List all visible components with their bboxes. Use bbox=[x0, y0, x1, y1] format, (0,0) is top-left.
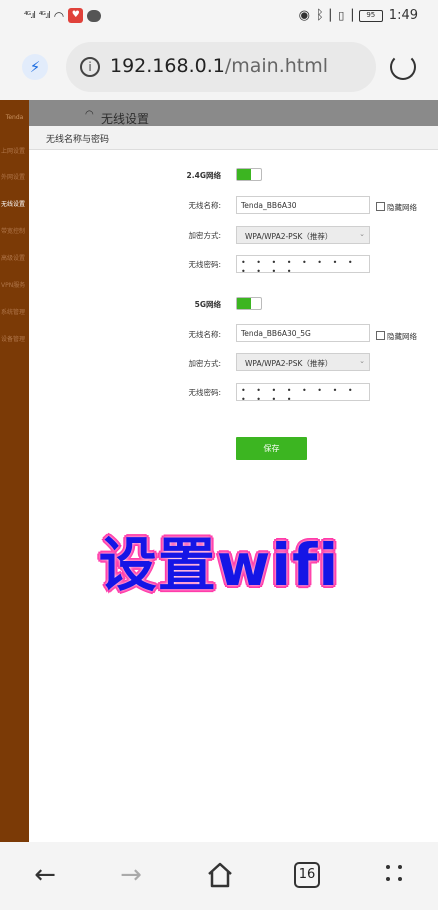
address-bar[interactable]: i 192.168.0.1/main.html bbox=[66, 42, 376, 92]
wifi-status-icon: ◠ bbox=[53, 8, 65, 23]
band5-label: 5G网络 bbox=[194, 300, 221, 309]
band24-enc-label: 加密方式: bbox=[188, 231, 221, 240]
panel-title: 无线名称与密码 bbox=[46, 135, 110, 145]
band24-password-input[interactable]: • • • • • • • • • • • • bbox=[236, 255, 370, 276]
sidebar-item-wan[interactable]: 外网设置 bbox=[0, 172, 29, 181]
band5-enc-value: WPA/WPA2-PSK（推荐） bbox=[245, 359, 333, 368]
band24-pwd-label: 无线密码: bbox=[188, 260, 221, 269]
reload-icon[interactable] bbox=[390, 54, 416, 80]
lightning-icon[interactable]: ⚡ bbox=[22, 54, 48, 80]
sidebar-item-bandwidth[interactable]: 带宽控制 bbox=[0, 226, 29, 235]
sidebar-item-system[interactable]: 系统管理 bbox=[0, 307, 29, 316]
status-bar: ⁴ᴳ.ıl ⁴ᴳ.ıl ◠ ♥ ◉ ᛒ ▏▯▕ 95 1:49 bbox=[0, 0, 438, 34]
wifi-icon: ◠ bbox=[85, 109, 94, 120]
chevron-down-icon: ⌄ bbox=[359, 357, 365, 365]
band24-ssid-input[interactable]: Tenda_BB6A30 bbox=[236, 196, 370, 214]
band24-hide-label: 隐藏网络 bbox=[387, 203, 417, 212]
save-button[interactable]: 保存 bbox=[236, 437, 307, 460]
url-text[interactable]: 192.168.0.1/main.html bbox=[110, 55, 328, 77]
brand-logo: Tenda bbox=[5, 114, 24, 121]
band24-enc-select[interactable]: WPA/WPA2-PSK（推荐） ⌄ bbox=[236, 226, 370, 244]
band5-ssid-label: 无线名称: bbox=[188, 330, 221, 339]
band5-ssid-input[interactable]: Tenda_BB6A30_5G bbox=[236, 324, 370, 342]
section-header-bar: ◠ 无线设置 bbox=[29, 100, 438, 128]
signal-icon-2: ⁴ᴳ.ıl bbox=[38, 10, 51, 21]
band5-toggle[interactable] bbox=[236, 297, 262, 310]
band5-pwd-label: 无线密码: bbox=[188, 388, 221, 397]
wireless-panel: 无线名称与密码 2.4G网络 无线名称: Tenda_BB6A30 隐藏网络 加… bbox=[29, 126, 438, 842]
url-path: /main.html bbox=[224, 55, 329, 77]
section-title: 无线设置 bbox=[101, 112, 150, 126]
browser-bottom-nav: ← → 16 bbox=[0, 842, 438, 910]
panel-header: 无线名称与密码 bbox=[29, 126, 438, 150]
chevron-down-icon: ⌄ bbox=[359, 230, 365, 238]
signal-icon: ⁴ᴳ.ıl bbox=[24, 10, 36, 21]
sidebar-item-vpn[interactable]: VPN服务 bbox=[0, 280, 29, 289]
back-arrow-icon[interactable]: ← bbox=[30, 860, 60, 890]
band5-hide-checkbox[interactable] bbox=[376, 331, 385, 340]
web-content: Tenda 上网设置 外网设置 无线设置 带宽控制 高级设置 VPN服务 系统管… bbox=[0, 100, 438, 842]
eye-icon: ◉ bbox=[298, 8, 310, 23]
browser-toolbar: ⚡ i 192.168.0.1/main.html bbox=[0, 34, 438, 100]
tabs-button[interactable]: 16 bbox=[294, 862, 320, 888]
band24-toggle[interactable] bbox=[236, 168, 262, 181]
chat-notification-icon bbox=[87, 9, 102, 22]
overlay-caption: 设置wifi bbox=[98, 531, 340, 599]
home-icon[interactable] bbox=[206, 861, 234, 889]
band24-label: 2.4G网络 bbox=[186, 171, 221, 180]
sidebar-item-wireless[interactable]: 无线设置 bbox=[0, 199, 29, 208]
vibrate-icon: ▏▯▕ bbox=[329, 9, 353, 22]
bluetooth-icon: ᛒ bbox=[316, 8, 324, 23]
clock: 1:49 bbox=[388, 8, 418, 23]
app-notification-icon: ♥ bbox=[68, 8, 84, 23]
sidebar-item-internet[interactable]: 上网设置 bbox=[0, 146, 29, 155]
forward-arrow-icon[interactable]: → bbox=[116, 860, 146, 890]
band24-ssid-label: 无线名称: bbox=[188, 201, 221, 210]
phone-screen: ⁴ᴳ.ıl ⁴ᴳ.ıl ◠ ♥ ◉ ᛒ ▏▯▕ 95 1:49 ⚡ i 192.… bbox=[0, 0, 438, 910]
info-icon[interactable]: i bbox=[80, 57, 100, 77]
band5-enc-label: 加密方式: bbox=[188, 359, 221, 368]
battery-icon: 95 bbox=[358, 9, 383, 22]
router-sidebar: Tenda 上网设置 外网设置 无线设置 带宽控制 高级设置 VPN服务 系统管… bbox=[0, 100, 29, 842]
sidebar-item-advanced[interactable]: 高级设置 bbox=[0, 253, 29, 262]
band5-password-input[interactable]: • • • • • • • • • • • • bbox=[236, 383, 370, 404]
url-host: 192.168.0.1 bbox=[110, 55, 225, 77]
band24-hide-checkbox[interactable] bbox=[376, 202, 385, 211]
band24-enc-value: WPA/WPA2-PSK（推荐） bbox=[245, 232, 333, 241]
band5-hide-label: 隐藏网络 bbox=[387, 332, 417, 341]
sidebar-item-devices[interactable]: 设备管理 bbox=[0, 334, 29, 343]
menu-dots-icon[interactable] bbox=[385, 864, 403, 882]
band5-enc-select[interactable]: WPA/WPA2-PSK（推荐） ⌄ bbox=[236, 353, 370, 371]
